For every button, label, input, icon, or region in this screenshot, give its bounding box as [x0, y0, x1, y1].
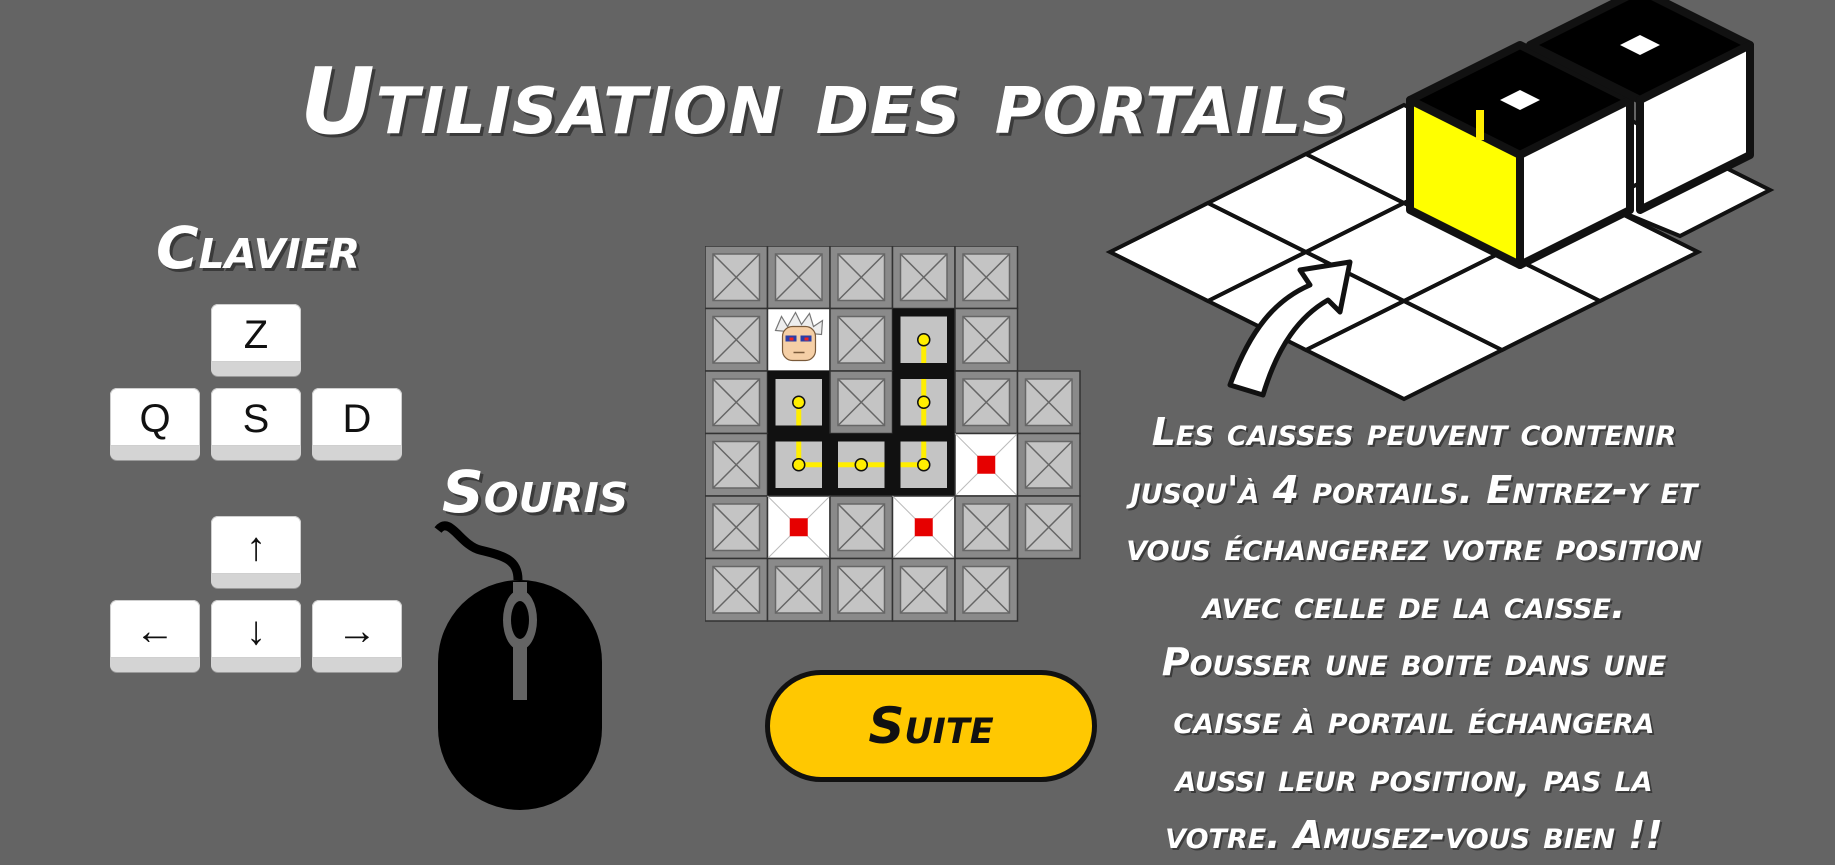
tile-box	[1016, 432, 1081, 497]
description-line: vous échangerez votre position	[1126, 525, 1702, 570]
tile-wall	[892, 371, 955, 434]
key-s-label: S	[242, 396, 270, 441]
tile-box	[829, 495, 894, 560]
tile-box	[705, 432, 769, 497]
goal-marker	[789, 518, 808, 537]
tile-goal	[891, 495, 956, 560]
description-line: Les caisses peuvent contenir	[1151, 410, 1677, 454]
portal-node	[854, 458, 868, 472]
description-line: Pousser une boite dans une	[1161, 640, 1667, 685]
key-q: Q	[110, 388, 200, 460]
tile-wall	[892, 308, 955, 371]
key-arrow-left: ←	[110, 600, 200, 672]
tile-box	[954, 495, 1019, 560]
game-board	[705, 246, 1081, 622]
mouse-heading: Souris	[442, 458, 629, 526]
description: Les caisses peuvent contenir jusqu'à 4 p…	[1098, 404, 1730, 865]
portal-node	[917, 458, 931, 472]
key-q-label: Q	[139, 396, 171, 441]
portal-node	[917, 333, 931, 347]
key-arrow-down-label: ↓	[246, 608, 266, 653]
tile-wall	[767, 433, 830, 496]
tile-goal	[954, 432, 1019, 497]
description-line: jusqu'à 4 portails. Entrez-y et	[1130, 467, 1698, 512]
tile-player	[766, 307, 831, 372]
description-line: aussi leur position, pas la	[1175, 755, 1653, 800]
mouse-icon	[434, 521, 602, 810]
key-arrow-left-label: ←	[135, 608, 175, 653]
tile-box	[705, 246, 769, 310]
tile-box	[1016, 370, 1081, 435]
tile-goal	[766, 495, 831, 560]
key-z-label: Z	[243, 312, 269, 357]
tile-box	[1016, 495, 1081, 560]
keyboard-heading: Clavier	[156, 214, 361, 282]
goal-marker	[977, 455, 996, 474]
tile-box	[891, 557, 956, 622]
tile-wall	[830, 433, 893, 496]
tile-box	[954, 557, 1019, 622]
key-d-label: D	[342, 396, 372, 441]
tile-box	[954, 246, 1019, 310]
next-button[interactable]: Suite	[765, 670, 1097, 782]
tile-box	[891, 246, 956, 310]
goal-marker	[914, 518, 933, 537]
iso-illustration	[1105, 0, 1775, 402]
tile-box	[705, 307, 769, 372]
tile-box	[954, 370, 1019, 435]
tile-box	[829, 246, 894, 310]
tile-box	[829, 557, 894, 622]
tile-box	[766, 246, 831, 310]
key-z: Z	[211, 304, 301, 376]
tile-box	[829, 370, 894, 435]
tile-box	[705, 370, 769, 435]
key-arrow-up-label: ↑	[246, 524, 266, 569]
portal-node	[792, 395, 806, 409]
portal-node	[792, 458, 806, 472]
tile-box	[705, 495, 769, 560]
description-line: caisse à portail échangera	[1173, 697, 1655, 742]
tile-box	[954, 307, 1019, 372]
description-line: avec celle de la caisse.	[1202, 582, 1626, 627]
tile-box	[705, 557, 769, 622]
tile-box	[829, 307, 894, 372]
description-line: votre. Amusez-vous bien !!	[1165, 813, 1663, 858]
key-arrow-down: ↓	[211, 600, 301, 672]
key-d: D	[312, 388, 402, 460]
tile-box	[766, 557, 831, 622]
key-s: S	[211, 388, 301, 460]
key-arrow-right-label: →	[337, 608, 377, 653]
key-arrow-up: ↑	[211, 516, 301, 588]
tile-wall	[892, 433, 955, 496]
key-arrow-right: →	[312, 600, 402, 672]
portal-node	[917, 395, 931, 409]
tile-wall	[767, 371, 830, 434]
